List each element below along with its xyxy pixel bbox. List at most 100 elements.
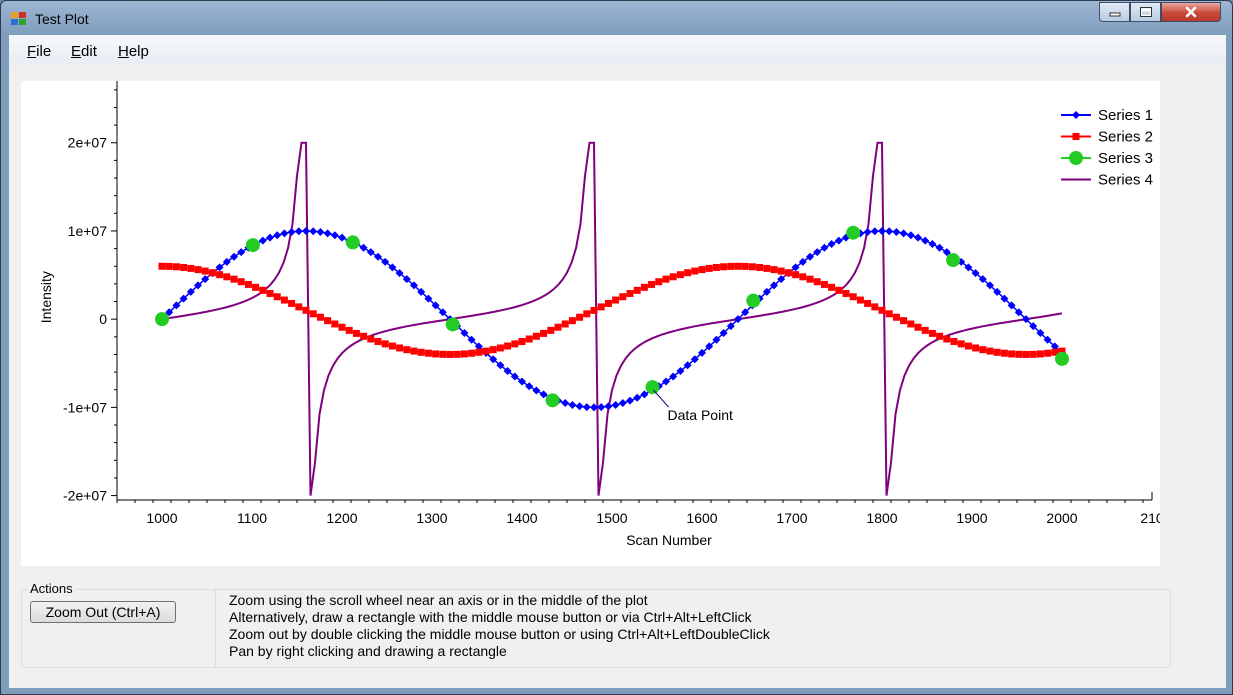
series-2-point	[432, 350, 440, 358]
series-2-point	[388, 342, 396, 350]
client-area: File Edit Help 1000 1100 1200 1300 1400 1500 1…	[9, 35, 1226, 688]
series-2-point	[424, 349, 432, 357]
series-2-point	[662, 275, 670, 283]
menu-file-label: File	[27, 43, 52, 60]
series-2-point	[633, 286, 641, 294]
window-title: Test Plot	[35, 11, 89, 27]
series-2-point	[201, 267, 209, 275]
series-2-point	[273, 293, 281, 301]
series-2-point	[1044, 349, 1052, 357]
series-2-point	[878, 306, 886, 314]
series-3-point	[545, 393, 560, 408]
menu-edit[interactable]: Edit	[71, 43, 97, 60]
series-1-point	[258, 236, 267, 245]
x-tick-label: 1100	[237, 510, 267, 526]
annotation-label: Data Point	[668, 407, 733, 423]
series-1-point	[561, 399, 570, 408]
chart-svg[interactable]: 1000 1100 1200 1300 1400 1500 1600 1700 1800 1900…	[21, 81, 1164, 566]
minimize-button[interactable]	[1099, 2, 1130, 22]
series-2-point	[316, 313, 324, 321]
series-1-point	[525, 382, 534, 391]
series-2-point	[475, 348, 483, 356]
actions-divider	[215, 590, 216, 667]
series-2-point	[835, 286, 843, 294]
series-2-point	[482, 347, 490, 355]
series-3-point	[645, 380, 660, 395]
series-2-point	[727, 262, 735, 270]
series-1-point	[287, 228, 296, 237]
series-2-point	[950, 338, 958, 346]
series-2-point	[230, 275, 238, 283]
series-1-point	[604, 402, 613, 411]
series-2-point	[532, 332, 540, 340]
maximize-button[interactable]	[1130, 2, 1161, 22]
series-2-point	[309, 310, 317, 318]
series-2-point	[403, 346, 411, 354]
series-2-point	[288, 299, 296, 307]
series-2-point	[345, 326, 353, 334]
x-tick-label: 210	[1140, 510, 1160, 526]
x-tick-label: 1200	[326, 510, 357, 526]
series-2-point	[518, 338, 526, 346]
series-1-point	[237, 248, 246, 257]
series-2-point	[936, 332, 944, 340]
legend-marker	[1072, 111, 1080, 119]
series-3-point	[946, 253, 961, 268]
series-1-point	[899, 229, 908, 238]
series-2-point	[280, 296, 288, 304]
series-2-point	[244, 280, 252, 288]
series-2-point	[900, 317, 908, 325]
minimize-icon	[1109, 12, 1120, 17]
x-tick-label: 2000	[1046, 510, 1077, 526]
series-2-point	[1000, 349, 1008, 357]
series-1-line	[161, 230, 1063, 409]
series-2-point	[914, 323, 922, 331]
series-2-point	[295, 303, 303, 311]
series-2-point	[691, 267, 699, 275]
series-2-point	[669, 273, 677, 281]
x-tick-label: 1300	[416, 510, 447, 526]
series-2-point	[208, 269, 216, 277]
legend-label: Series 1	[1098, 107, 1153, 124]
series-2-point	[864, 299, 872, 307]
series-2-point	[525, 335, 533, 343]
series-1-point	[330, 231, 339, 240]
series-2-point	[576, 313, 584, 321]
series-2-point	[158, 262, 166, 270]
series-2-point	[360, 332, 368, 340]
series-3-point	[746, 293, 761, 308]
series-2-point	[756, 263, 764, 271]
series-2-point	[568, 317, 576, 325]
series-2-point	[712, 263, 720, 271]
series-2-point	[172, 263, 180, 271]
series-1-point	[906, 231, 915, 240]
series-2-point	[885, 310, 893, 318]
series-2-point	[777, 267, 785, 275]
series-2-point	[1036, 350, 1044, 358]
series-1-point	[568, 400, 577, 409]
plot-panel[interactable]: 1000 1100 1200 1300 1400 1500 1600 1700 1800 1900…	[21, 81, 1164, 566]
series-2-point	[856, 296, 864, 304]
legend-label: Series 2	[1098, 129, 1153, 146]
y-tick-label: 1e+07	[68, 223, 108, 239]
series-2-point	[626, 289, 634, 297]
series-2-point	[489, 346, 497, 354]
series-2-point	[979, 346, 987, 354]
menu-file[interactable]: File	[27, 43, 51, 60]
series-2-point	[331, 320, 339, 328]
x-tick-label: 1900	[956, 510, 987, 526]
y-axis-label: Intensity	[38, 271, 54, 323]
series-2-point	[194, 266, 202, 274]
series-2-point	[439, 350, 447, 358]
series-2-point	[338, 323, 346, 331]
close-button[interactable]	[1161, 2, 1221, 22]
series-1-point	[575, 402, 584, 411]
series-2-point	[1029, 350, 1037, 358]
series-1-point	[323, 229, 332, 238]
series-1-point	[266, 233, 274, 242]
title-bar[interactable]: Test Plot	[1, 1, 1232, 35]
zoom-out-button[interactable]: Zoom Out (Ctrl+A)	[30, 601, 176, 623]
menu-help[interactable]: Help	[118, 43, 149, 60]
series-1-point	[870, 227, 879, 236]
series-2-point	[813, 278, 821, 286]
